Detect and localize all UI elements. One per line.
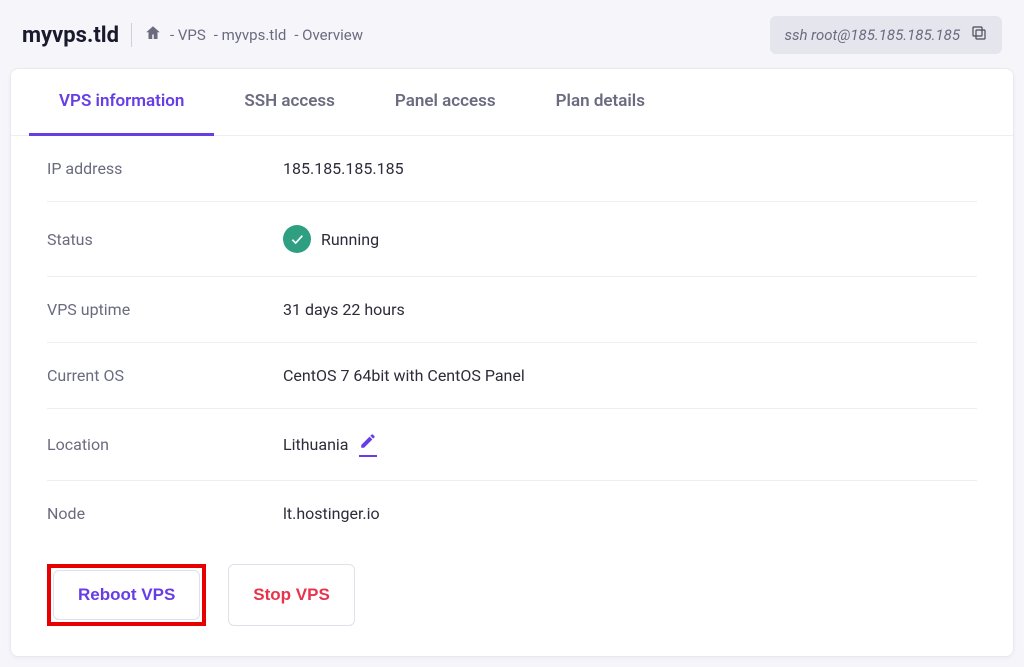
label-ip: IP address (47, 159, 283, 178)
label-status: Status (47, 230, 283, 249)
vps-panel: VPS information SSH access Panel access … (10, 68, 1014, 657)
row-node: Node lt.hostinger.io (47, 481, 977, 546)
value-ip: 185.185.185.185 (283, 159, 404, 178)
ssh-copy-pill[interactable]: ssh root@185.185.185.185 (770, 16, 1002, 54)
tab-panel-access[interactable]: Panel access (365, 69, 526, 136)
info-list: IP address 185.185.185.185 Status Runnin… (11, 136, 1013, 546)
value-status: Running (321, 230, 379, 249)
breadcrumb-host[interactable]: - myvps.tld (214, 26, 287, 44)
home-icon[interactable] (144, 24, 162, 46)
row-ip-address: IP address 185.185.185.185 (47, 136, 977, 202)
breadcrumb[interactable]: - VPS - myvps.tld - Overview (144, 24, 363, 46)
value-node: lt.hostinger.io (283, 504, 380, 523)
tab-vps-information[interactable]: VPS information (29, 69, 214, 136)
tab-bar: VPS information SSH access Panel access … (11, 69, 1013, 136)
value-uptime: 31 days 22 hours (283, 300, 405, 319)
row-location: Location Lithuania (47, 409, 977, 481)
site-title: myvps.tld (22, 23, 119, 48)
label-node: Node (47, 504, 283, 523)
breadcrumb-section[interactable]: - Overview (294, 26, 363, 44)
action-buttons: Reboot VPS Stop VPS (11, 546, 1013, 656)
ssh-command-text: ssh root@185.185.185.185 (784, 26, 960, 44)
breadcrumb-vps[interactable]: - VPS (170, 26, 206, 44)
row-uptime: VPS uptime 31 days 22 hours (47, 277, 977, 343)
label-os: Current OS (47, 366, 283, 385)
check-icon (283, 225, 311, 253)
tab-ssh-access[interactable]: SSH access (214, 69, 365, 136)
row-os: Current OS CentOS 7 64bit with CentOS Pa… (47, 343, 977, 409)
edit-icon[interactable] (359, 432, 377, 457)
value-location: Lithuania (283, 435, 349, 454)
stop-button[interactable]: Stop VPS (228, 564, 355, 626)
copy-icon[interactable] (970, 24, 988, 46)
row-status: Status Running (47, 202, 977, 277)
value-os: CentOS 7 64bit with CentOS Panel (283, 366, 525, 385)
label-uptime: VPS uptime (47, 300, 283, 319)
tab-plan-details[interactable]: Plan details (526, 69, 675, 136)
header-divider (131, 23, 132, 47)
reboot-button[interactable]: Reboot VPS (53, 570, 200, 620)
reboot-highlight: Reboot VPS (47, 564, 206, 626)
page-header: myvps.tld - VPS - myvps.tld - Overview s… (10, 10, 1014, 68)
label-location: Location (47, 435, 283, 454)
